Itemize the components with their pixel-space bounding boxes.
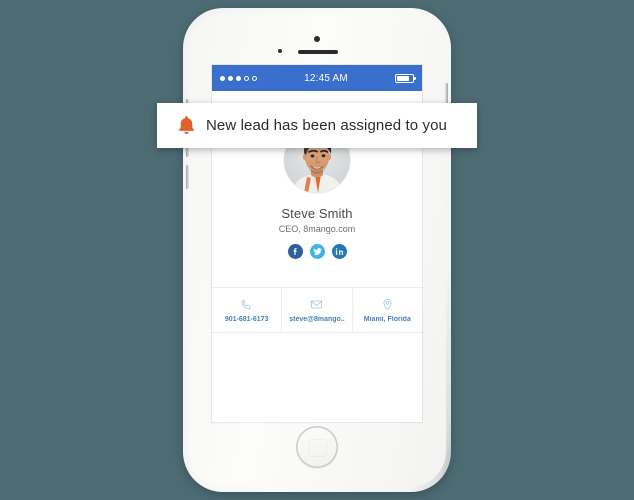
battery-fill (397, 75, 409, 81)
phone-body: 12:45 AM Steve Smith CEO, 8mango.com 901… (186, 13, 448, 487)
contact-location-label: Miami, Florida (363, 316, 411, 323)
phone-icon (215, 296, 278, 312)
social-links (212, 244, 422, 259)
contact-email-label: steve@8mango.. (289, 316, 345, 323)
signal-dot-filled (220, 75, 225, 81)
proximity-sensor-icon (278, 49, 282, 53)
contact-cell-email[interactable]: steve@8mango.. (282, 288, 353, 332)
linkedin-icon[interactable] (331, 244, 347, 259)
signal-dot-filled (236, 75, 241, 81)
person-name: Steve Smith (281, 206, 353, 221)
envelope-icon (285, 296, 348, 312)
home-button[interactable] (296, 426, 338, 468)
signal-strength-icon (220, 75, 257, 81)
contact-cell-phone[interactable]: 901-681-6173 (212, 288, 283, 332)
contact-phone-label: 901-681-6173 (224, 316, 269, 323)
map-pin-icon (356, 296, 419, 312)
twitter-icon[interactable] (309, 244, 325, 259)
contact-cell-location[interactable]: Miami, Florida (353, 288, 422, 332)
earpiece-speaker (298, 50, 338, 54)
volume-down-button[interactable] (186, 165, 189, 189)
front-camera-icon (314, 36, 320, 42)
status-bar-time: 12:45 AM (304, 72, 348, 84)
person-title: CEO, 8mango.com (278, 224, 356, 234)
notification-message: New lead has been assigned to you (206, 117, 447, 134)
signal-dot-empty (244, 75, 249, 81)
phone-device: 12:45 AM Steve Smith CEO, 8mango.com 901… (183, 8, 451, 492)
bell-icon (177, 115, 196, 136)
status-bar: 12:45 AM (212, 65, 422, 91)
contact-strip: 901-681-6173 steve@8mango.. Miami, Flori… (212, 287, 422, 333)
facebook-icon[interactable] (287, 244, 303, 259)
signal-dot-filled (228, 75, 233, 81)
notification-banner[interactable]: New lead has been assigned to you (157, 103, 477, 148)
battery-icon (395, 73, 416, 83)
